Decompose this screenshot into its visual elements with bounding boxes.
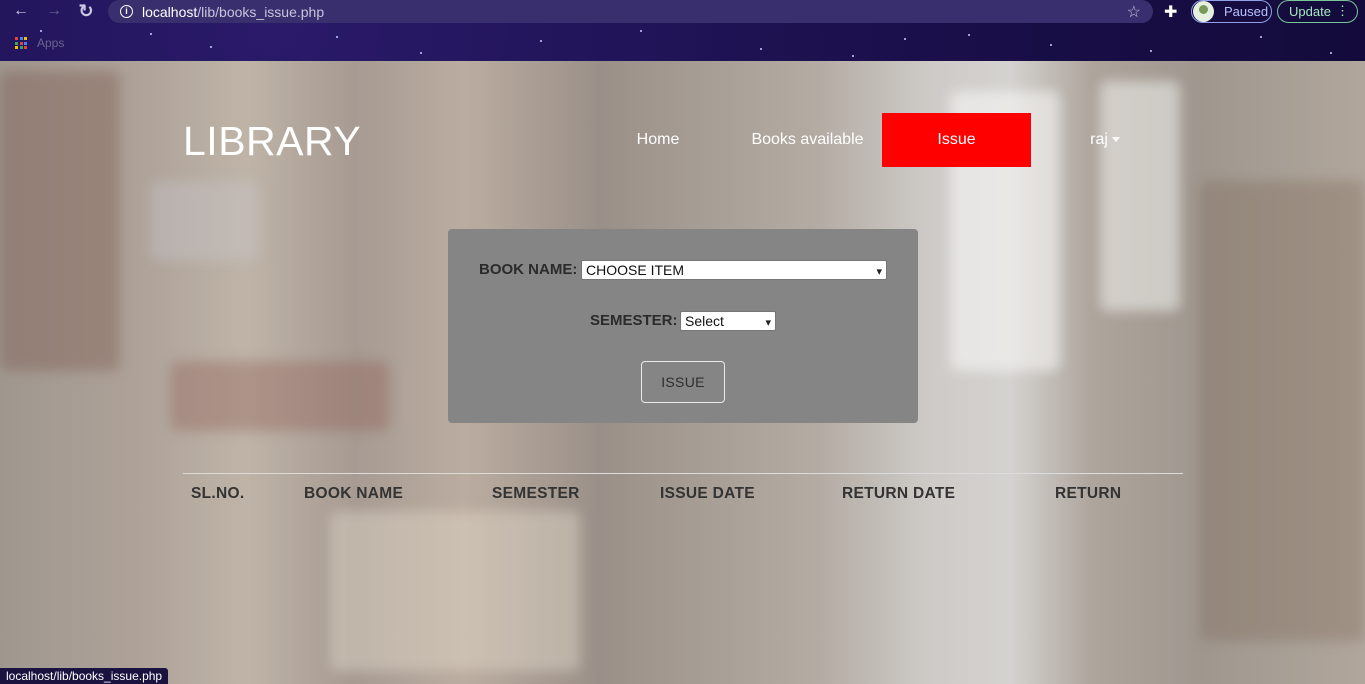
star-icon[interactable]: ☆ [1127, 2, 1141, 22]
forward-arrow-icon[interactable]: → [45, 2, 63, 20]
bg-shape [1200, 181, 1365, 641]
page-background: LIBRARY Home Books available Issue raj B… [0, 61, 1365, 684]
col-header-return-date: RETURN DATE [842, 485, 956, 502]
browser-chrome: ← → ↻ i localhost /lib/books_issue.php ☆… [0, 0, 1365, 61]
bg-star [1150, 50, 1152, 52]
issue-button[interactable]: ISSUE [641, 361, 725, 403]
apps-grid-icon [15, 37, 27, 49]
bg-star [1260, 36, 1262, 38]
nav-issue[interactable]: Issue [882, 113, 1031, 167]
col-header-return: RETURN [1055, 485, 1122, 502]
semester-label: SEMESTER: [590, 312, 678, 329]
info-icon[interactable]: i [120, 5, 133, 18]
nav-books-available[interactable]: Books available [740, 113, 875, 167]
col-header-issue-date: ISSUE DATE [660, 485, 755, 502]
bg-star [968, 34, 970, 36]
bg-star [420, 52, 422, 54]
bookmarks-apps[interactable]: Apps [15, 36, 64, 50]
bg-star [852, 55, 854, 57]
bg-star [640, 30, 642, 32]
bg-star [40, 30, 42, 32]
bg-star [336, 36, 338, 38]
col-header-slno: SL.NO. [191, 485, 245, 502]
user-name: raj [1090, 131, 1108, 148]
book-name-label: BOOK NAME: [479, 261, 578, 278]
bg-shape [170, 361, 390, 431]
profile-button[interactable]: Paused [1191, 0, 1272, 23]
col-header-book-name: BOOK NAME [304, 485, 404, 502]
nav-home[interactable]: Home [622, 113, 694, 167]
book-name-value: CHOOSE ITEM [586, 262, 685, 278]
kebab-icon[interactable]: ⋮ [1336, 3, 1349, 19]
update-button[interactable]: Update ⋮ [1277, 0, 1358, 23]
status-bar-url: localhost/lib/books_issue.php [0, 668, 169, 684]
table-divider [183, 473, 1183, 474]
bg-star [1050, 44, 1052, 46]
semester-value: Select [685, 313, 724, 329]
chevron-down-icon: ▾ [876, 266, 882, 278]
bg-star [760, 48, 762, 50]
caret-down-icon [1111, 137, 1120, 143]
apps-label: Apps [37, 36, 65, 50]
profile-status: Paused [1224, 4, 1269, 19]
chevron-down-icon: ▾ [765, 317, 771, 329]
address-bar[interactable]: i localhost /lib/books_issue.php ☆ [108, 0, 1153, 23]
url-host: localhost [142, 3, 198, 20]
bg-star [904, 38, 906, 40]
reload-icon[interactable]: ↻ [77, 2, 95, 20]
book-name-select[interactable]: CHOOSE ITEM ▾ [581, 260, 887, 280]
puzzle-icon[interactable]: ✚ [1164, 2, 1177, 22]
issue-form: BOOK NAME: CHOOSE ITEM ▾ SEMESTER: Selec… [448, 229, 918, 423]
bg-shape [0, 71, 120, 371]
bg-shape [330, 511, 580, 671]
avatar [1193, 1, 1214, 22]
col-header-semester: SEMESTER [492, 485, 580, 502]
semester-select[interactable]: Select ▾ [680, 311, 776, 331]
site-logo[interactable]: LIBRARY [183, 118, 361, 165]
back-arrow-icon[interactable]: ← [12, 2, 30, 20]
bg-shape [150, 181, 260, 261]
update-label: Update [1289, 4, 1331, 19]
bg-star [1330, 52, 1332, 54]
nav-user-dropdown[interactable]: raj [1080, 113, 1130, 167]
url-path: /lib/books_issue.php [197, 3, 325, 20]
bg-star [210, 46, 212, 48]
bg-star [540, 40, 542, 42]
bg-star [150, 33, 152, 35]
